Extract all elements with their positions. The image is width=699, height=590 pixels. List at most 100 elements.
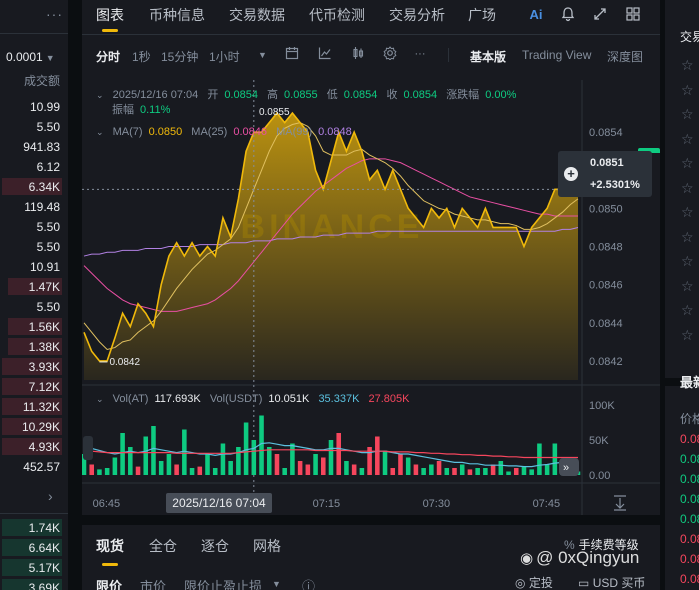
divider bbox=[448, 48, 449, 62]
favorite-star-icon[interactable]: ☆ bbox=[681, 155, 694, 172]
ma25-value: 0.0846 bbox=[233, 126, 267, 138]
favorite-star-icon[interactable]: ☆ bbox=[681, 278, 694, 295]
favorite-star-icon[interactable]: ☆ bbox=[681, 131, 694, 148]
tab-chart[interactable]: 图表 bbox=[96, 5, 124, 25]
chevron-down-icon[interactable]: ⌄ bbox=[96, 127, 104, 137]
tab-trading-data[interactable]: 交易数据 bbox=[229, 5, 285, 25]
tab-isolated[interactable]: 逐仓 bbox=[201, 536, 229, 556]
volume-bar bbox=[189, 468, 195, 475]
order-type-limit[interactable]: 限价 bbox=[96, 576, 122, 590]
caret-down-icon[interactable]: ▼ bbox=[272, 579, 281, 589]
interval-dropdown-icon[interactable]: ▼ bbox=[258, 50, 267, 60]
more-icon[interactable]: ··· bbox=[46, 6, 63, 22]
favorite-star-icon[interactable]: ☆ bbox=[681, 302, 694, 319]
ai-icon[interactable]: Ai bbox=[527, 6, 545, 24]
ask-row[interactable]: 6.12 bbox=[0, 157, 68, 177]
favorite-star-icon[interactable]: ☆ bbox=[681, 327, 694, 344]
caret-down-icon: ▼ bbox=[45, 53, 55, 63]
ask-row[interactable]: 119.48 bbox=[0, 197, 68, 217]
dca-link[interactable]: ◎ 定投 bbox=[515, 574, 553, 590]
ask-row[interactable]: 5.50 bbox=[0, 117, 68, 137]
price-axis-label: 0.0850 bbox=[589, 203, 623, 215]
favorite-star-icon[interactable]: ☆ bbox=[681, 229, 694, 246]
price-chart[interactable]: BINANCE0.08540.08500.08480.08460.08440.0… bbox=[81, 80, 660, 515]
ask-row[interactable]: 452.57 bbox=[0, 457, 68, 477]
order-type-market[interactable]: 市价 bbox=[140, 576, 166, 590]
chart-toolbar: 分时 1秒 15分钟 1小时 ▼ ··· 基本版 Trading View 深度… bbox=[82, 38, 660, 72]
ask-row[interactable]: 6.34K bbox=[0, 177, 68, 197]
high-annotation: 0.0855 bbox=[259, 107, 290, 118]
tab-square[interactable]: 广场 bbox=[468, 5, 496, 25]
interval-1s[interactable]: 1秒 bbox=[132, 48, 151, 65]
ask-row[interactable]: 10.29K bbox=[0, 417, 68, 437]
layout-icon[interactable] bbox=[624, 6, 642, 24]
favorite-star-icon[interactable]: ☆ bbox=[681, 180, 694, 197]
tab-spot[interactable]: 现货 bbox=[96, 536, 124, 556]
volume-bar bbox=[382, 450, 388, 475]
ask-row[interactable]: 3.93K bbox=[0, 357, 68, 377]
chevron-down-icon[interactable]: ⌄ bbox=[96, 394, 104, 404]
ask-row[interactable]: 5.50 bbox=[0, 297, 68, 317]
volume-bar bbox=[104, 468, 110, 475]
view-tradingview[interactable]: Trading View bbox=[522, 48, 591, 62]
ask-row[interactable]: 5.50 bbox=[0, 237, 68, 257]
buy-crypto-link[interactable]: ▭ USD 买币 bbox=[578, 574, 645, 590]
ask-row[interactable]: 4.93K bbox=[0, 437, 68, 457]
tab-coin-info[interactable]: 币种信息 bbox=[149, 5, 205, 25]
ask-row[interactable]: 1.38K bbox=[0, 337, 68, 357]
add-alert-icon[interactable]: + bbox=[564, 167, 578, 181]
low-annotation: 0.0842 bbox=[109, 357, 140, 368]
chart-canvas[interactable]: BINANCE0.08540.08500.08480.08460.08440.0… bbox=[81, 80, 660, 515]
ask-row[interactable]: 1.47K bbox=[0, 277, 68, 297]
market-trades-panel: 交易 ☆ ☆ ☆ ☆ ☆ ☆ ☆ ☆ ☆ ☆ ☆ ☆ 最新 价格 0.08 0.08 0.08 0.08 0.… bbox=[665, 0, 699, 590]
ask-row[interactable]: 941.83 bbox=[0, 137, 68, 157]
bid-row[interactable]: 5.17K bbox=[0, 558, 68, 578]
favorite-star-icon[interactable]: ☆ bbox=[681, 57, 694, 74]
indicator-icon[interactable] bbox=[317, 46, 333, 62]
tab-cross[interactable]: 全仓 bbox=[149, 536, 177, 556]
calendar-icon[interactable] bbox=[284, 46, 300, 62]
info-icon[interactable]: ⓘ bbox=[302, 576, 315, 590]
ask-row[interactable]: 5.50 bbox=[0, 217, 68, 237]
bid-row[interactable]: 3.69K bbox=[0, 578, 68, 590]
current-price-box[interactable]: + 0.0851 +2.5301% bbox=[558, 151, 652, 197]
precision-select[interactable]: 0.0001 ▼ bbox=[6, 50, 55, 64]
ask-row[interactable]: 10.99 bbox=[0, 97, 68, 117]
favorite-star-icon[interactable]: ☆ bbox=[681, 106, 694, 123]
more-icon[interactable]: ··· bbox=[412, 46, 428, 62]
favorite-star-icon[interactable]: ☆ bbox=[681, 82, 694, 99]
time-axis-label: 07:45 bbox=[533, 498, 561, 510]
volume-bar bbox=[336, 433, 341, 475]
order-type-stop-limit[interactable]: 限价止盈止损 bbox=[184, 576, 262, 590]
favorite-star-icon[interactable]: ☆ bbox=[681, 204, 694, 221]
ask-row[interactable]: 10.91 bbox=[0, 257, 68, 277]
bid-row[interactable]: 1.74K bbox=[0, 518, 68, 538]
chevron-right-icon[interactable]: › bbox=[48, 488, 53, 504]
favorite-star-icon[interactable]: ☆ bbox=[681, 253, 694, 270]
double-chevron-icon: » bbox=[563, 462, 569, 474]
interval-15m[interactable]: 15分钟 bbox=[161, 48, 198, 65]
chevron-down-icon[interactable]: ⌄ bbox=[96, 90, 104, 100]
tab-token-check[interactable]: 代币检测 bbox=[309, 5, 365, 25]
expand-icon[interactable] bbox=[591, 6, 609, 24]
interval-timeline[interactable]: 分时 bbox=[96, 48, 120, 65]
trade-price: 0.08 bbox=[680, 492, 699, 506]
view-basic[interactable]: 基本版 bbox=[470, 48, 506, 65]
ask-amount: 5.50 bbox=[36, 240, 60, 254]
ask-row[interactable]: 11.32K bbox=[0, 397, 68, 417]
settings-icon[interactable] bbox=[382, 46, 398, 62]
volusdt-value: 10.051K bbox=[268, 393, 310, 405]
volume-bar bbox=[321, 457, 326, 475]
auto-scale-icon bbox=[614, 495, 626, 511]
interval-1h[interactable]: 1小时 bbox=[209, 48, 240, 65]
ask-row[interactable]: 1.56K bbox=[0, 317, 68, 337]
ask-row[interactable]: 7.12K bbox=[0, 377, 68, 397]
candle-type-icon[interactable] bbox=[350, 46, 366, 62]
tab-grid[interactable]: 网格 bbox=[253, 536, 281, 556]
tab-trade-analysis[interactable]: 交易分析 bbox=[389, 5, 445, 25]
bell-icon[interactable] bbox=[559, 6, 577, 24]
view-depth[interactable]: 深度图 bbox=[607, 48, 643, 65]
ask-amount: 119.48 bbox=[24, 200, 60, 214]
volume-bar bbox=[143, 436, 149, 475]
bid-row[interactable]: 6.64K bbox=[0, 538, 68, 558]
